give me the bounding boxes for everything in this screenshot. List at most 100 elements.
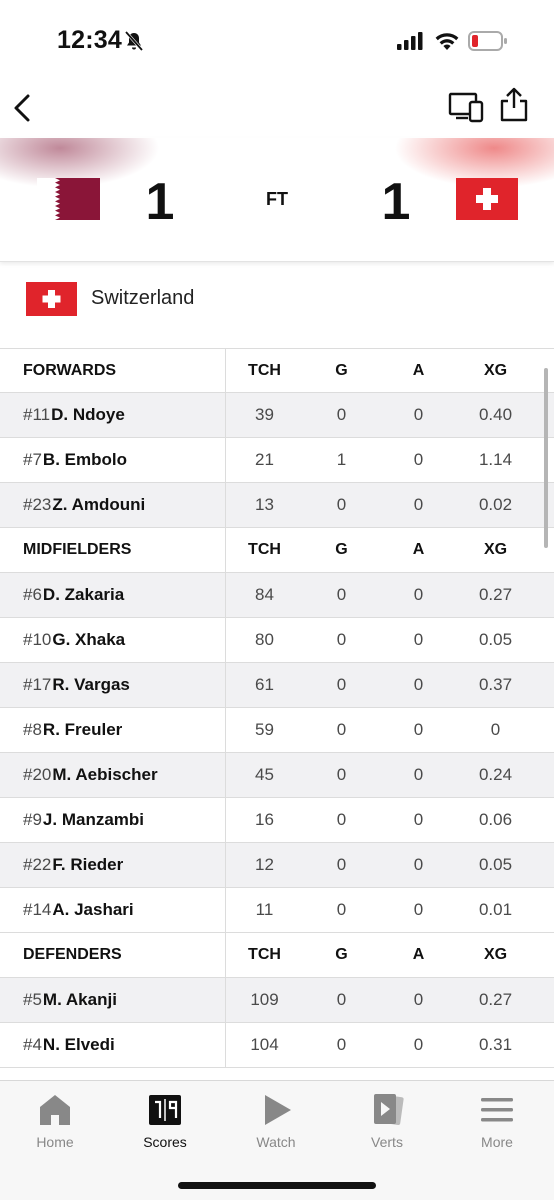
player-name: R. Freuler [42,720,123,739]
tab-label: More [481,1134,513,1150]
player-row[interactable]: #11 D. Ndoye 39 0 0 0.40 [0,393,554,438]
player-row[interactable]: #14 A. Jashari 11 0 0 0.01 [0,888,554,933]
player-row[interactable]: #9 J. Manzambi 16 0 0 0.06 [0,798,554,843]
column-header-tch[interactable]: TCH [226,349,303,392]
switzerland-flag-icon [26,282,77,316]
jersey-number: #17 [23,675,52,694]
column-header-xg[interactable]: XG [457,933,534,977]
stat-g: 0 [336,990,347,1009]
player-row[interactable]: #23 Z. Amdouni 13 0 0 0.02 [0,483,554,528]
stat-tch: 80 [255,630,274,649]
player-row[interactable]: #5 M. Akanji 109 0 0 0.27 [0,978,554,1023]
jersey-number: #9 [23,810,42,829]
status-bar: 12:34 [0,0,554,80]
player-row[interactable]: #17 R. Vargas 61 0 0 0.37 [0,663,554,708]
player-row[interactable]: #8 R. Freuler 59 0 0 0 [0,708,554,753]
column-header-tch[interactable]: TCH [226,528,303,572]
stat-a: 0 [413,990,424,1009]
section-title: MIDFIELDERS [0,528,226,572]
jersey-number: #20 [23,765,52,784]
stat-g: 0 [336,675,347,694]
scroll-indicator[interactable] [544,368,548,548]
player-name: A. Jashari [52,900,134,919]
stat-tch: 59 [255,720,274,739]
stat-xg: 0.02 [478,495,513,514]
column-header-a[interactable]: A [380,349,457,392]
player-name: B. Embolo [42,450,127,469]
player-name-cell: #14 A. Jashari [0,888,226,932]
jersey-number: #4 [23,1035,42,1054]
stat-xg: 0.05 [478,630,513,649]
share-icon[interactable] [496,86,532,124]
cast-devices-icon[interactable] [448,90,484,124]
jersey-number: #14 [23,900,52,919]
tab-scores[interactable]: Scores [120,1091,210,1161]
stat-tch: 104 [250,1035,279,1054]
player-row[interactable]: #10 G. Xhaka 80 0 0 0.05 [0,618,554,663]
section-header-row: FORWARDS TCH G A XG [0,348,554,393]
column-header-a[interactable]: A [380,933,457,977]
tab-label: Watch [256,1134,296,1150]
battery-low-icon [468,31,507,51]
tab-watch[interactable]: Watch [231,1091,321,1161]
player-stats-table: FORWARDS TCH G A XG #11 D. Ndoye 39 0 0 0.40 #7 B. E… [0,348,554,1068]
player-row[interactable]: #7 B. Embolo 21 1 0 1.14 [0,438,554,483]
player-row[interactable]: #22 F. Rieder 12 0 0 0.05 [0,843,554,888]
wifi-icon [435,33,459,50]
verts-icon [374,1094,404,1125]
column-header-a[interactable]: A [380,528,457,572]
stat-xg: 0.27 [478,990,513,1009]
player-name: F. Rieder [52,855,124,874]
player-name-cell: #7 B. Embolo [0,438,226,482]
score-header[interactable]: 1 FT 1 [0,138,554,262]
tab-verts[interactable]: Verts [342,1091,432,1161]
qatar-flag-icon [37,178,100,220]
stat-a: 0 [413,855,424,874]
play-icon [265,1095,291,1125]
player-name: M. Akanji [42,990,117,1009]
stat-g: 0 [336,765,347,784]
stat-a: 0 [413,450,424,469]
stat-tch: 39 [255,405,274,424]
stat-xg: 0.01 [478,900,513,919]
section-header-row: MIDFIELDERS TCH G A XG [0,528,554,573]
home-icon [40,1095,70,1125]
player-name-cell: #6 D. Zakaria [0,573,226,617]
column-header-xg[interactable]: XG [457,528,534,572]
stat-g: 0 [336,810,347,829]
home-indicator[interactable] [178,1182,376,1189]
column-header-g[interactable]: G [303,933,380,977]
jersey-number: #7 [23,450,42,469]
column-header-g[interactable]: G [303,528,380,572]
cellular-signal-icon [397,32,423,50]
column-header-tch[interactable]: TCH [226,933,303,977]
stat-tch: 61 [255,675,274,694]
stat-xg: 1.14 [478,450,513,469]
player-name-cell: #23 Z. Amdouni [0,483,226,527]
stat-xg: 0.40 [478,405,513,424]
section-title: FORWARDS [0,349,226,392]
stat-a: 0 [413,495,424,514]
tab-home[interactable]: Home [10,1091,100,1161]
player-row[interactable]: #6 D. Zakaria 84 0 0 0.27 [0,573,554,618]
tab-more[interactable]: More [452,1091,542,1161]
stat-a: 0 [413,810,424,829]
jersey-number: #11 [23,405,51,424]
player-row[interactable]: #4 N. Elvedi 104 0 0 0.31 [0,1023,554,1068]
player-name: Z. Amdouni [52,495,146,514]
column-header-g[interactable]: G [303,349,380,392]
player-name: R. Vargas [52,675,130,694]
column-header-xg[interactable]: XG [457,349,534,392]
stat-g: 0 [336,1035,347,1054]
tab-label: Home [36,1134,74,1150]
stat-a: 0 [413,675,424,694]
player-name-cell: #10 G. Xhaka [0,618,226,662]
team-name: Switzerland [91,287,195,309]
stat-a: 0 [413,585,424,604]
stat-g: 0 [336,900,347,919]
player-name: M. Aebischer [52,765,158,784]
team-heading: Switzerland [0,270,554,330]
player-name-cell: #22 F. Rieder [0,843,226,887]
player-row[interactable]: #20 M. Aebischer 45 0 0 0.24 [0,753,554,798]
back-button[interactable] [8,88,44,128]
